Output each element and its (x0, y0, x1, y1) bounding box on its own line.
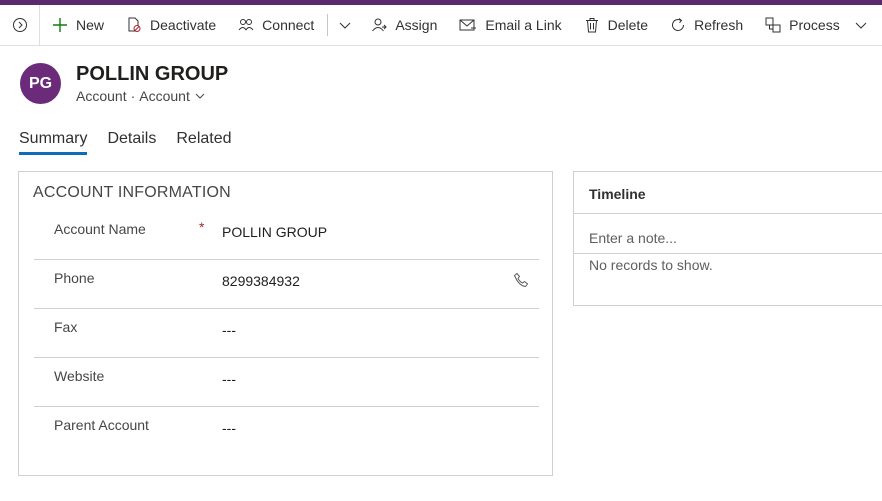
process-label: Process (789, 17, 840, 33)
field-label: Account Name (54, 221, 146, 237)
command-bar: New Deactivate Connect Assign Email a Li… (0, 4, 882, 46)
new-label: New (76, 17, 105, 33)
connect-dropdown-button[interactable] (330, 5, 360, 46)
tab-related[interactable]: Related (176, 130, 231, 155)
deactivate-label: Deactivate (150, 17, 217, 33)
timeline-panel: Timeline Enter a note... No records to s… (573, 171, 882, 306)
delete-button[interactable]: Delete (573, 5, 659, 46)
account-name-input[interactable]: POLLIN GROUP (222, 224, 327, 240)
email-icon (459, 19, 477, 31)
new-button[interactable]: New (40, 5, 115, 46)
deactivate-button[interactable]: Deactivate (115, 5, 227, 46)
tab-details[interactable]: Details (107, 130, 156, 155)
record-title: POLLIN GROUP (76, 63, 229, 85)
record-header: PG POLLIN GROUP Account · Account (20, 61, 228, 104)
empty-message: No records to show. (589, 257, 713, 273)
parent-account-field: Parent Account --- (34, 407, 539, 456)
plus-icon (53, 18, 67, 32)
email-link-button[interactable]: Email a Link (448, 5, 572, 46)
phone-call-button[interactable] (513, 272, 529, 293)
chevron-down-icon (855, 22, 867, 29)
phone-field: Phone 8299384932 (34, 260, 539, 309)
website-field: Website --- (34, 358, 539, 407)
parent-account-lookup[interactable]: --- (222, 420, 236, 436)
refresh-button[interactable]: Refresh (659, 5, 754, 46)
account-information-section: ACCOUNT INFORMATION Account Name * POLLI… (18, 171, 553, 476)
phone-icon (513, 272, 529, 288)
refresh-icon (672, 18, 685, 31)
entity-name: Account (76, 88, 127, 104)
form-name: Account (139, 88, 190, 104)
connect-icon (238, 19, 254, 31)
chevron-down-icon (195, 93, 205, 99)
delete-label: Delete (607, 17, 649, 33)
fax-input[interactable]: --- (222, 322, 236, 338)
account-name-field: Account Name * POLLIN GROUP (34, 211, 539, 260)
assign-icon (372, 18, 388, 32)
chevron-down-icon (339, 22, 351, 29)
command-separator (327, 14, 329, 36)
required-marker: * (199, 219, 205, 235)
field-label: Phone (54, 270, 95, 286)
assign-button[interactable]: Assign (360, 5, 448, 46)
email-link-label: Email a Link (485, 17, 562, 33)
site-map-toggle[interactable] (0, 4, 40, 46)
form-tabs: Summary Details Related (19, 130, 252, 155)
chevron-circle-icon (12, 18, 27, 32)
website-input[interactable]: --- (222, 371, 236, 387)
section-title: ACCOUNT INFORMATION (33, 184, 231, 201)
divider (574, 253, 882, 254)
note-input[interactable]: Enter a note... (589, 230, 677, 246)
field-label: Fax (54, 319, 78, 335)
trash-icon (585, 18, 598, 33)
connect-label: Connect (262, 17, 315, 33)
assign-label: Assign (395, 17, 438, 33)
tab-summary[interactable]: Summary (19, 130, 88, 155)
subtitle-dot: · (130, 88, 136, 104)
form-selector[interactable]: Account · Account (76, 88, 228, 104)
phone-input[interactable]: 8299384932 (222, 273, 300, 289)
fax-field: Fax --- (34, 309, 539, 358)
process-icon (765, 17, 781, 33)
avatar: PG (20, 63, 61, 104)
field-label: Parent Account (54, 417, 149, 433)
process-button[interactable]: Process (754, 5, 879, 46)
field-label: Website (54, 368, 105, 384)
deactivate-icon (128, 17, 141, 32)
connect-button[interactable]: Connect (227, 5, 325, 46)
refresh-label: Refresh (694, 17, 744, 33)
divider (574, 213, 882, 214)
timeline-title: Timeline (589, 186, 646, 202)
